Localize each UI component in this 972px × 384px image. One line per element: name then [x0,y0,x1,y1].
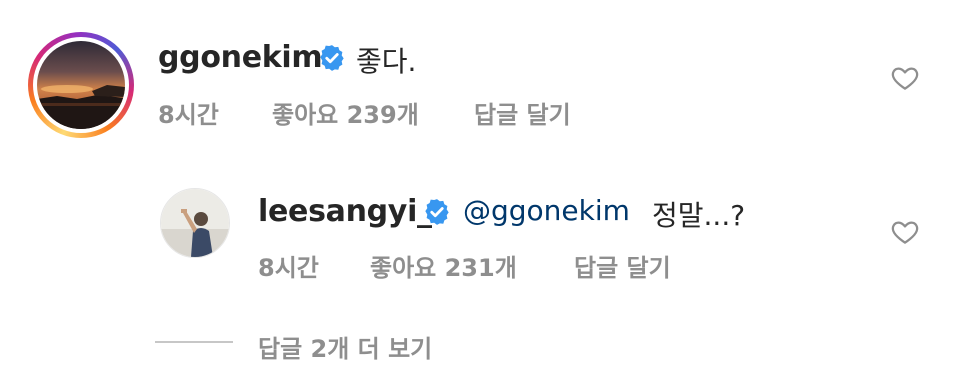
heart-icon[interactable] [890,63,920,97]
comment-username[interactable]: ggonekim [158,40,323,75]
reply-button[interactable]: 답글 달기 [474,95,571,130]
comment-text: 좋다. [356,45,417,78]
comment-time: 8시간 [258,254,319,282]
avatar-photo-sunset [37,41,125,129]
comment-time: 8시간 [158,101,219,129]
verified-badge-icon [423,198,451,230]
verified-badge-icon [318,44,346,76]
comment-username[interactable]: leesangyi_ [258,194,432,229]
avatar-ggonekim[interactable] [28,32,134,138]
mention-link[interactable]: @ggonekim [463,194,630,227]
comment-likes[interactable]: 좋아요 231개 [370,248,517,283]
heart-icon[interactable] [890,217,920,251]
comment-text: 정말...? [652,199,746,232]
view-more-replies-button[interactable]: 답글 2개 더 보기 [258,329,432,364]
avatar-leesangyi[interactable] [160,188,230,258]
reply-button[interactable]: 답글 달기 [574,248,671,283]
replies-divider [155,341,233,343]
comment-likes[interactable]: 좋아요 239개 [272,95,419,130]
